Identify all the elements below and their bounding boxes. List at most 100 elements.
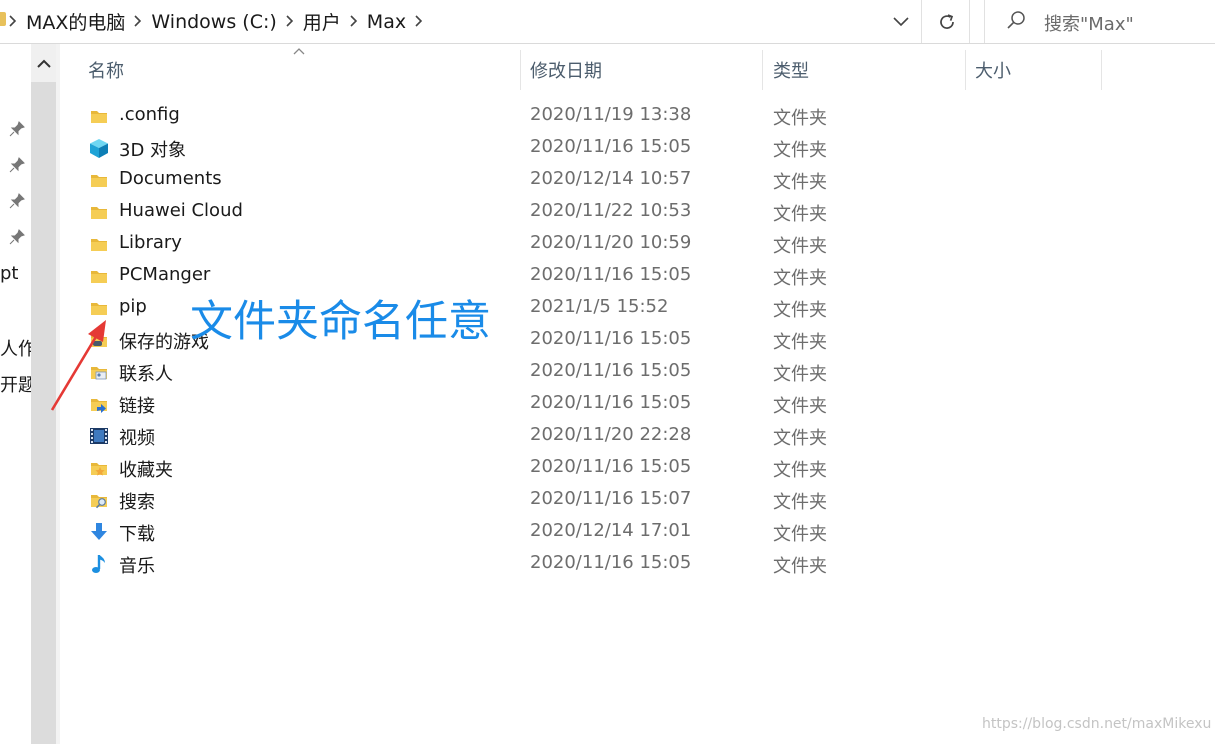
file-row[interactable]: 音乐 2020/11/16 15:05 文件夹 <box>82 548 1102 580</box>
file-row[interactable]: 收藏夹 2020/11/16 15:05 文件夹 <box>82 452 1102 484</box>
favorites-icon <box>88 457 110 479</box>
pin-icon[interactable] <box>9 193 25 209</box>
pin-icon[interactable] <box>9 121 25 137</box>
file-type: 文件夹 <box>773 108 827 129</box>
folder-icon <box>88 265 110 287</box>
file-date-modified: 2020/11/16 15:05 <box>530 456 692 477</box>
file-type: 文件夹 <box>773 524 827 545</box>
file-type: 文件夹 <box>773 492 827 513</box>
chevron-right-icon[interactable] <box>8 13 17 31</box>
file-name[interactable]: pip <box>119 296 147 317</box>
scroll-up-button[interactable] <box>31 44 56 82</box>
location-folder-icon <box>0 12 6 26</box>
3d-objects-icon <box>88 137 110 159</box>
column-divider[interactable] <box>1101 50 1102 90</box>
refresh-button[interactable] <box>924 0 970 43</box>
file-date-modified: 2020/11/16 15:05 <box>530 392 692 413</box>
address-toolbar: MAX的电脑 Windows (C:) 用户 Max 搜索"Max" <box>0 0 1215 44</box>
file-row[interactable]: .config 2020/11/19 13:38 文件夹 <box>82 100 1102 132</box>
chevron-up-icon <box>36 59 51 68</box>
watermark: https://blog.csdn.net/maxMikexu <box>982 716 1212 732</box>
file-name[interactable]: 音乐 <box>119 552 155 578</box>
file-name[interactable]: Library <box>119 232 182 253</box>
column-header-date[interactable]: 修改日期 <box>530 48 760 92</box>
file-type: 文件夹 <box>773 236 827 257</box>
file-type: 文件夹 <box>773 300 827 321</box>
folder-icon <box>88 201 110 223</box>
address-history-dropdown[interactable] <box>886 8 916 36</box>
file-name[interactable]: Documents <box>119 168 222 189</box>
chevron-right-icon[interactable] <box>133 13 142 31</box>
file-type: 文件夹 <box>773 268 827 289</box>
nav-item-partial[interactable]: 人作 <box>0 335 31 361</box>
file-date-modified: 2020/11/20 22:28 <box>530 424 692 445</box>
file-row[interactable]: Documents 2020/12/14 10:57 文件夹 <box>82 164 1102 196</box>
file-type: 文件夹 <box>773 140 827 161</box>
file-type: 文件夹 <box>773 364 827 385</box>
file-name[interactable]: Huawei Cloud <box>119 200 243 221</box>
chevron-right-icon[interactable] <box>285 13 294 31</box>
folder-icon <box>88 169 110 191</box>
videos-icon <box>88 425 110 447</box>
file-name[interactable]: 搜索 <box>119 488 155 514</box>
file-date-modified: 2020/11/16 15:05 <box>530 264 692 285</box>
pin-icon[interactable] <box>9 157 25 173</box>
breadcrumb-item-max[interactable]: Max <box>367 11 406 33</box>
file-date-modified: 2021/1/5 15:52 <box>530 296 669 317</box>
file-date-modified: 2020/11/16 15:07 <box>530 488 692 509</box>
folder-icon <box>88 297 110 319</box>
file-date-modified: 2020/12/14 10:57 <box>530 168 692 189</box>
file-date-modified: 2020/11/16 15:05 <box>530 328 692 349</box>
file-name[interactable]: 联系人 <box>119 360 173 386</box>
file-row[interactable]: 3D 对象 2020/11/16 15:05 文件夹 <box>82 132 1102 164</box>
file-date-modified: 2020/11/22 10:53 <box>530 200 692 221</box>
file-type: 文件夹 <box>773 460 827 481</box>
breadcrumb[interactable]: MAX的电脑 Windows (C:) 用户 Max <box>0 0 922 43</box>
annotation-arrow <box>50 320 106 411</box>
file-date-modified: 2020/11/16 15:05 <box>530 552 692 573</box>
file-name[interactable]: 收藏夹 <box>119 456 173 482</box>
file-type: 文件夹 <box>773 396 827 417</box>
chevron-right-icon[interactable] <box>349 13 358 31</box>
file-row[interactable]: 链接 2020/11/16 15:05 文件夹 <box>82 388 1102 420</box>
column-divider[interactable] <box>520 50 521 90</box>
nav-item-partial[interactable]: 开题 <box>0 371 31 397</box>
column-divider[interactable] <box>965 50 966 90</box>
folder-icon <box>88 105 110 127</box>
file-date-modified: 2020/11/16 15:05 <box>530 360 692 381</box>
file-row[interactable]: Huawei Cloud 2020/11/22 10:53 文件夹 <box>82 196 1102 228</box>
nav-item-partial[interactable]: pt <box>0 263 18 284</box>
chevron-right-icon[interactable] <box>414 13 423 31</box>
navigation-pane: pt 人作 开题 <box>0 44 31 744</box>
search-input[interactable]: 搜索"Max" <box>1044 10 1134 36</box>
file-date-modified: 2020/11/19 13:38 <box>530 104 692 125</box>
search-icon <box>1005 9 1027 35</box>
annotation-text: 文件夹命名任意 <box>190 297 491 347</box>
pin-icon[interactable] <box>9 229 25 245</box>
file-row[interactable]: 联系人 2020/11/16 15:05 文件夹 <box>82 356 1102 388</box>
file-row[interactable]: Library 2020/11/20 10:59 文件夹 <box>82 228 1102 260</box>
search-box[interactable]: 搜索"Max" <box>984 0 1215 43</box>
file-date-modified: 2020/11/16 15:05 <box>530 136 692 157</box>
file-name[interactable]: 下载 <box>119 520 155 546</box>
file-type: 文件夹 <box>773 332 827 353</box>
column-header-name[interactable]: 名称 <box>88 48 518 92</box>
column-header-type[interactable]: 类型 <box>773 48 963 92</box>
file-name[interactable]: .config <box>119 104 180 125</box>
downloads-icon <box>88 521 110 543</box>
file-name[interactable]: 视频 <box>119 424 155 450</box>
music-icon <box>88 553 110 575</box>
column-divider[interactable] <box>762 50 763 90</box>
breadcrumb-item-users[interactable]: 用户 <box>303 8 341 35</box>
file-type: 文件夹 <box>773 172 827 193</box>
file-row[interactable]: 下载 2020/12/14 17:01 文件夹 <box>82 516 1102 548</box>
file-row[interactable]: 视频 2020/11/20 22:28 文件夹 <box>82 420 1102 452</box>
file-name[interactable]: 链接 <box>119 392 155 418</box>
file-date-modified: 2020/11/20 10:59 <box>530 232 692 253</box>
breadcrumb-item-drive[interactable]: Windows (C:) <box>151 11 276 33</box>
column-header-size[interactable]: 大小 <box>975 48 1095 92</box>
breadcrumb-item-pc[interactable]: MAX的电脑 <box>26 8 125 35</box>
file-name[interactable]: PCManger <box>119 264 210 285</box>
file-row[interactable]: 搜索 2020/11/16 15:07 文件夹 <box>82 484 1102 516</box>
file-name[interactable]: 3D 对象 <box>119 136 186 162</box>
